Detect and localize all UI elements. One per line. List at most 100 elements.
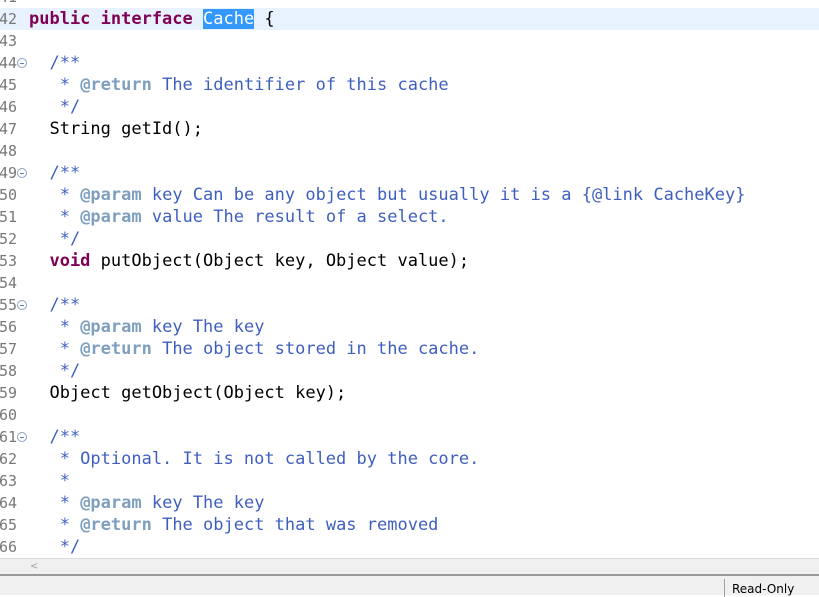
code-line[interactable]: 59 Object getObject(Object key); [0,382,819,404]
code-text: /** [29,426,80,448]
code-token: Object getObject(Object key); [29,383,347,403]
code-token: /** [29,163,81,183]
code-text: * @return The object stored in the cache… [29,338,480,360]
code-token: * [29,515,81,535]
code-token: { [254,9,275,29]
line-number: 42 [0,10,17,28]
code-line[interactable]: 64 * @param key The key [0,492,819,514]
line-number: 61 [0,428,17,446]
code-token: * [29,317,81,337]
code-line[interactable]: 45 * @return The identifier of this cach… [0,74,819,96]
chevron-left-icon[interactable]: < [30,561,38,572]
fold-collapse-icon[interactable] [17,432,27,442]
code-line[interactable]: 62 * Optional. It is not called by the c… [0,448,819,470]
code-token: */ [29,97,81,117]
code-line[interactable]: 54 [0,272,819,294]
code-token: * [29,493,81,513]
code-text: * @param key Can be any object but usual… [29,184,746,206]
code-line[interactable]: 58 */ [0,360,819,382]
line-number: 50 [0,186,17,204]
code-text: /** [29,162,80,184]
code-token: String getId(); [29,119,203,139]
code-token: key The key [141,493,265,513]
code-token: */ [29,537,81,557]
line-number: 65 [0,516,17,534]
code-line[interactable]: 48 [0,140,819,162]
code-line[interactable]: 56 * @param key The key [0,316,819,338]
code-token: value The result of a select. [141,207,449,227]
code-line[interactable]: 55 /** [0,294,819,316]
code-token: key Can be any object but usually it is … [141,185,746,205]
line-number: 46 [0,98,17,116]
line-number: 62 [0,450,17,468]
code-token: /** [29,53,81,73]
line-number: 48 [0,142,17,160]
code-text: * @return The object that was removed [29,514,439,536]
code-line[interactable]: 44 /** [0,52,819,74]
status-divider [724,579,725,597]
status-readonly: Read-Only [732,582,795,596]
line-number: 57 [0,340,17,358]
code-text: public interface Cache { [29,8,275,30]
line-number: 51 [0,208,17,226]
code-line[interactable]: 41 [0,0,819,8]
horizontal-scrollbar[interactable]: < [0,558,819,574]
line-number: 44 [0,54,17,72]
code-token: /** [29,295,81,315]
code-line[interactable]: 60 [0,404,819,426]
code-line[interactable]: 66 */ [0,536,819,558]
line-number: 63 [0,472,17,490]
code-text: * Optional. It is not called by the core… [29,448,480,470]
line-number: 58 [0,362,17,380]
code-line[interactable]: 49 /** [0,162,819,184]
code-line[interactable]: 50 * @param key Can be any object but us… [0,184,819,206]
code-text: /** [29,294,80,316]
code-token: */ [29,361,81,381]
code-line[interactable]: 51 * @param value The result of a select… [0,206,819,228]
line-number: 49 [0,164,17,182]
code-line[interactable]: 47 String getId(); [0,118,819,140]
code-text: */ [29,536,80,558]
code-text: */ [29,228,80,250]
fold-collapse-icon[interactable] [17,58,27,68]
code-token: @return [80,515,152,535]
code-text: * @param key The key [29,492,265,514]
code-token: /** [29,427,81,447]
code-line[interactable]: 42 public interface Cache { [0,8,819,30]
code-line[interactable]: 52 */ [0,228,819,250]
code-line[interactable]: 65 * @return The object that was removed [0,514,819,536]
code-editor[interactable]: 4142public interface Cache {4344 /**45 *… [0,0,819,558]
line-number: 59 [0,384,17,402]
code-token: * [29,471,70,491]
status-bar: Read-Only [0,574,819,597]
code-token: */ [29,229,81,249]
line-number: 43 [0,32,17,50]
code-token: @param [80,317,142,337]
code-text: * @return The identifier of this cache [29,74,449,96]
code-line[interactable]: 61 /** [0,426,819,448]
code-token: The object that was removed [151,515,439,535]
code-token: @param [80,207,142,227]
code-line[interactable]: 53 void putObject(Object key, Object val… [0,250,819,272]
code-token: @param [80,185,142,205]
code-token: @return [80,339,152,359]
line-number: 60 [0,406,17,424]
code-token: * [29,207,81,227]
code-text: Object getObject(Object key); [29,382,346,404]
line-number: 54 [0,274,17,292]
code-text: * @param value The result of a select. [29,206,449,228]
code-line[interactable]: 57 * @return The object stored in the ca… [0,338,819,360]
code-token: @return [80,75,152,95]
code-line[interactable]: 63 * [0,470,819,492]
code-text: String getId(); [29,118,203,140]
line-number: 45 [0,76,17,94]
code-line[interactable]: 43 [0,30,819,52]
code-line[interactable]: 46 */ [0,96,819,118]
fold-collapse-icon[interactable] [17,168,27,178]
code-text: /** [29,52,80,74]
code-token: key The key [141,317,265,337]
code-token: void [29,251,91,271]
line-number: 52 [0,230,17,248]
code-token: @param [80,493,142,513]
fold-collapse-icon[interactable] [17,300,27,310]
